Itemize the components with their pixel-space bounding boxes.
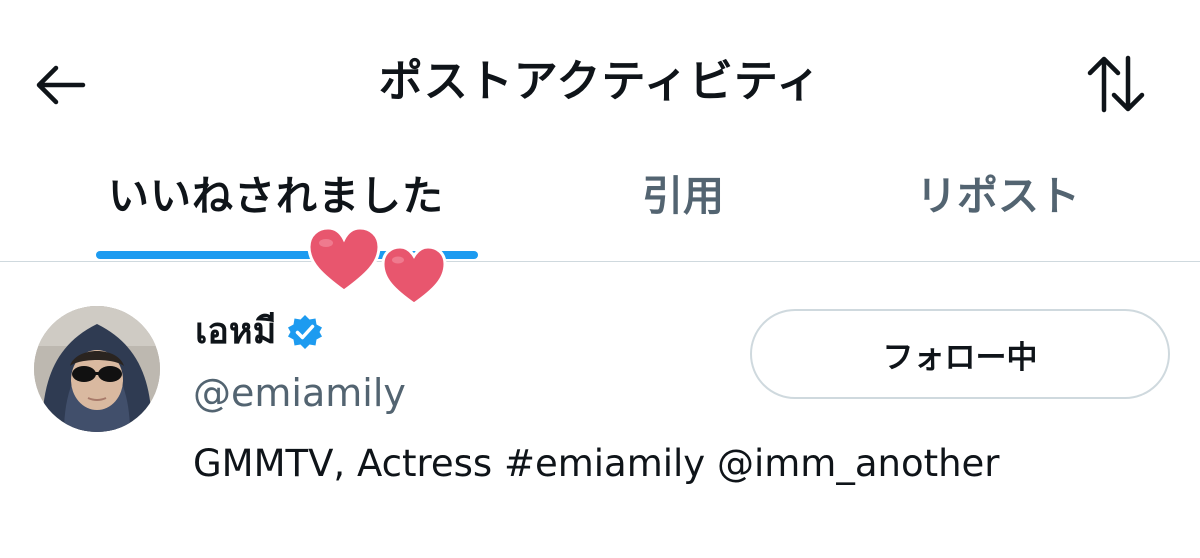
user-bio: GMMTV, Actress #emiamily @imm_another	[193, 442, 1000, 485]
verified-badge-icon	[288, 315, 323, 349]
user-name-row: เอหมี	[195, 306, 324, 358]
user-photo	[34, 306, 160, 432]
page-title: ポストアクティビティ	[378, 56, 822, 107]
user-display-name[interactable]: เอหมี	[195, 308, 276, 356]
tabs-divider	[0, 261, 1200, 262]
sort-button[interactable]	[1080, 48, 1152, 120]
heart-sticker-icon	[307, 226, 381, 293]
activity-tabs: いいねされました 引用 リポスト	[0, 150, 1200, 262]
tab-reposts[interactable]: リポスト	[916, 168, 1080, 224]
tab-liked[interactable]: いいねされました	[108, 168, 444, 224]
heart-sticker-icon	[381, 245, 447, 306]
user-handle[interactable]: @emiamily	[193, 368, 406, 418]
sort-arrows-icon	[1087, 55, 1145, 113]
avatar[interactable]	[34, 306, 160, 432]
following-button[interactable]: フォロー中	[750, 309, 1170, 399]
tab-quotes[interactable]: 引用	[642, 168, 724, 224]
